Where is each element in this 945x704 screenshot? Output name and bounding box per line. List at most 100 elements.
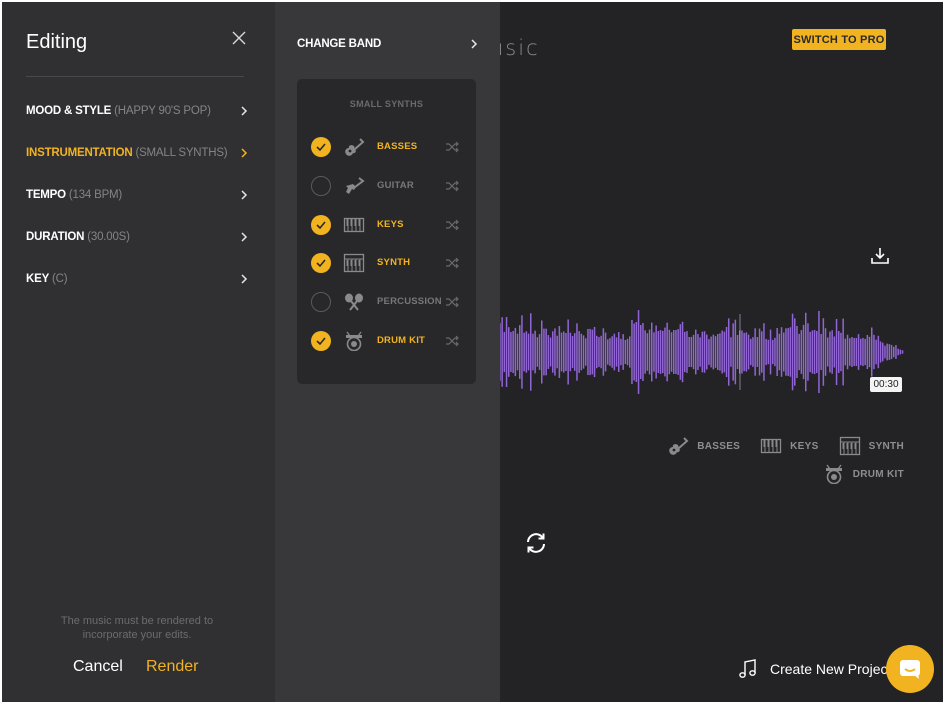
waveform-bar: [895, 345, 897, 359]
legend-label: KEYS: [790, 440, 819, 452]
menu-item-label: KEY: [26, 273, 50, 285]
waveform-bar: [728, 318, 730, 386]
instrument-row[interactable]: KEYS: [297, 212, 476, 238]
shuffle-icon[interactable]: [445, 219, 459, 231]
close-icon[interactable]: [232, 31, 246, 45]
chevron-right-icon: [241, 274, 248, 284]
waveform-bar: [835, 318, 838, 386]
waveform-bar: [717, 334, 719, 370]
create-new-project-button[interactable]: Create New Project: [738, 658, 891, 680]
menu-item-value: (HAPPY 90'S POP): [114, 105, 211, 117]
waveform-bar: [897, 348, 899, 356]
menu-item-mood-style[interactable]: MOOD & STYLE (HAPPY 90'S POP): [26, 101, 248, 121]
waveform-bar: [609, 338, 611, 366]
waveform-bar: [791, 313, 794, 391]
chevron-right-icon[interactable]: [470, 38, 478, 50]
maracas-icon: [344, 292, 364, 312]
download-icon[interactable]: [870, 246, 890, 266]
keys-icon: [761, 438, 782, 454]
waveform-bar: [809, 331, 811, 373]
legend-item-basses: BASSES: [667, 436, 740, 456]
instrument-checkbox[interactable]: [311, 253, 331, 274]
waveform-bar: [631, 319, 633, 385]
instrument-checkbox[interactable]: [311, 137, 331, 157]
instrument-row[interactable]: PERCUSSION: [297, 289, 476, 315]
waveform-bar: [697, 334, 699, 370]
waveform-bar: [886, 343, 888, 361]
drum-icon: [824, 464, 843, 484]
instrument-row[interactable]: BASSES: [297, 134, 476, 160]
waveform-bar: [534, 330, 536, 374]
waveform-bar: [673, 330, 675, 374]
waveform-bar: [681, 321, 684, 383]
instrument-checkbox[interactable]: [311, 214, 331, 235]
waveform-bar: [783, 332, 785, 372]
waveform-bar: [787, 328, 789, 376]
instrument-name: GUITAR: [377, 179, 414, 191]
legend-label: BASSES: [697, 440, 741, 452]
waveform-bar: [794, 318, 796, 386]
editing-sidebar: Editing MOOD & STYLE (HAPPY 90'S POP) IN…: [2, 2, 275, 702]
shuffle-icon[interactable]: [445, 335, 459, 347]
waveform-bar: [743, 332, 745, 372]
menu-item-instrumentation[interactable]: INSTRUMENTATION (SMALL SYNTHS): [26, 143, 248, 163]
instrument-checkbox[interactable]: [311, 292, 331, 313]
waveform-bar: [695, 329, 697, 375]
waveform-bar: [813, 329, 816, 375]
waveform-bar: [666, 322, 668, 382]
instrument-name: DRUM KIT: [377, 335, 426, 346]
instrument-checkbox[interactable]: [311, 175, 331, 196]
change-band-button[interactable]: CHANGE BAND: [297, 38, 381, 50]
waveform-bar: [503, 331, 506, 373]
instrument-name: SYNTH: [377, 257, 411, 269]
waveform-bar: [820, 333, 822, 371]
cancel-button[interactable]: Cancel: [73, 658, 123, 676]
waveform-bar: [831, 330, 833, 374]
waveform-bar: [710, 336, 712, 368]
waveform-bar: [798, 333, 800, 371]
waveform-bar: [706, 334, 708, 370]
time-badge: 00:30: [870, 377, 902, 392]
waveform-bar: [670, 332, 673, 372]
shuffle-icon[interactable]: [445, 141, 459, 153]
menu-item-duration[interactable]: DURATION (30.00S): [26, 227, 248, 247]
waveform-bar: [585, 338, 587, 366]
chat-button[interactable]: [886, 645, 934, 693]
checkmark-icon: [316, 143, 326, 152]
waveform-bar: [840, 332, 842, 372]
switch-to-pro-button[interactable]: SWITCH TO PRO: [792, 29, 886, 50]
shuffle-icon[interactable]: [445, 296, 459, 308]
waveform-bar: [829, 331, 831, 373]
guitar-icon: [344, 138, 364, 157]
render-button[interactable]: Render: [146, 658, 198, 676]
instrument-row[interactable]: GUITAR: [297, 173, 476, 199]
shuffle-icon[interactable]: [445, 180, 459, 192]
menu-item-key[interactable]: KEY (C): [26, 269, 248, 289]
waveform-bar: [648, 329, 651, 375]
waveform-bar: [882, 342, 884, 362]
waveform-bar: [884, 345, 886, 359]
drum-icon: [345, 331, 363, 351]
waveform-bar: [712, 334, 715, 370]
card-title: SMALL SYNTHS: [349, 99, 424, 109]
waveform-bar: [655, 325, 657, 379]
instrument-checkbox[interactable]: [311, 331, 331, 351]
electric-guitar-icon: [345, 176, 364, 195]
waveform-bar: [754, 328, 756, 376]
instrument-name: KEYS: [377, 218, 404, 230]
waveform-bar: [541, 320, 543, 384]
instrument-row[interactable]: SYNTH: [297, 250, 476, 276]
waveform-bar: [589, 328, 591, 376]
waveform-bar: [802, 324, 805, 380]
waveform-bar: [701, 331, 704, 373]
menu-item-value: (30.00S): [87, 231, 130, 243]
shuffle-icon[interactable]: [445, 257, 459, 269]
legend-label: SYNTH: [868, 440, 904, 452]
checkmark-icon: [316, 259, 326, 268]
waveform-bar: [611, 336, 613, 368]
menu-item-tempo[interactable]: TEMPO (134 BPM): [26, 185, 248, 205]
refresh-icon[interactable]: [524, 531, 548, 555]
instrument-row[interactable]: DRUM KIT: [297, 328, 476, 354]
waveform-bar: [637, 310, 640, 394]
waveform-bar: [818, 310, 820, 394]
